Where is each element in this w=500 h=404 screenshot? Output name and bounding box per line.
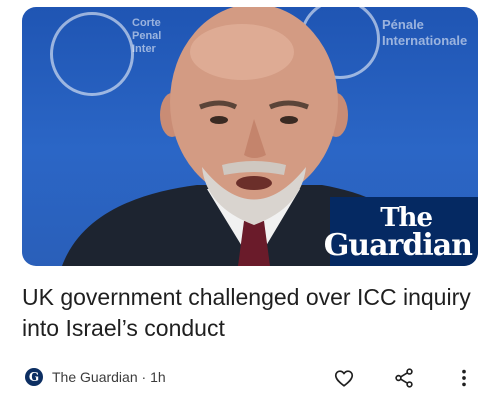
article-age: 1h [150, 369, 166, 385]
card-footer: G The Guardian · 1h [22, 366, 478, 390]
share-button[interactable] [392, 366, 416, 390]
more-options-button[interactable] [452, 366, 476, 390]
article-headline[interactable]: UK government challenged over ICC inquir… [22, 282, 478, 344]
byline-separator: · [141, 369, 147, 385]
more-vert-icon [462, 369, 466, 387]
share-icon [395, 368, 413, 388]
like-button[interactable] [332, 366, 356, 390]
hero-image[interactable]: Corte Penal Inter Pénale Internationale [22, 7, 478, 266]
source-name: The Guardian [52, 369, 138, 385]
guardian-logo: The Guardian [324, 197, 478, 266]
news-card[interactable]: Corte Penal Inter Pénale Internationale [0, 0, 500, 404]
logo-line-2: Guardian [323, 227, 473, 263]
source-byline[interactable]: The Guardian · 1h [52, 369, 166, 385]
heart-outline-icon [334, 370, 354, 387]
guardian-logo-icon: G [25, 368, 43, 386]
